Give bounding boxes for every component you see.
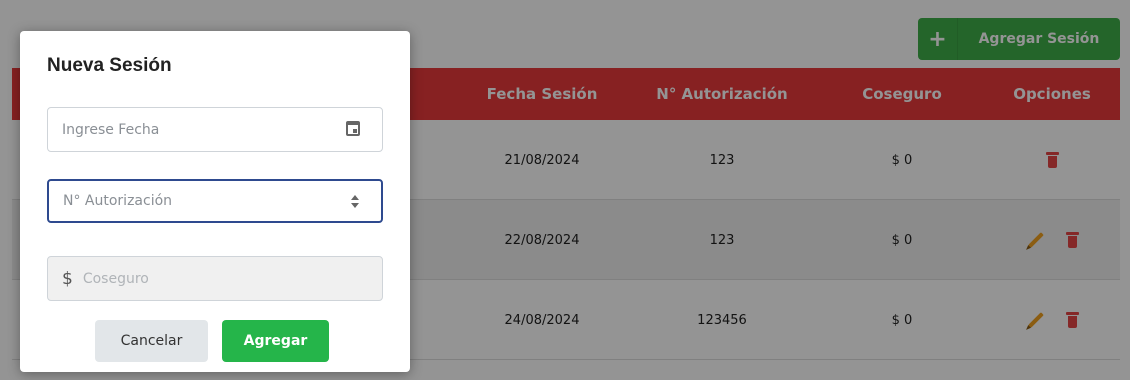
- dollar-icon: $: [62, 268, 73, 289]
- fecha-placeholder: Ingrese Fecha: [62, 121, 160, 138]
- coseguro-input[interactable]: $ Coseguro: [47, 256, 383, 301]
- cancel-button[interactable]: Cancelar: [95, 320, 208, 362]
- autorizacion-input[interactable]: N° Autorización: [47, 179, 383, 223]
- number-stepper-icon[interactable]: [350, 193, 359, 209]
- fecha-input[interactable]: Ingrese Fecha: [47, 107, 383, 152]
- autorizacion-placeholder: N° Autorización: [63, 193, 173, 209]
- coseguro-placeholder: Coseguro: [82, 270, 149, 287]
- calendar-icon[interactable]: [346, 121, 360, 136]
- new-session-modal: Nueva Sesión Ingrese Fecha N° Autorizaci…: [20, 31, 410, 372]
- submit-button[interactable]: Agregar: [222, 320, 329, 362]
- modal-title: Nueva Sesión: [47, 55, 172, 76]
